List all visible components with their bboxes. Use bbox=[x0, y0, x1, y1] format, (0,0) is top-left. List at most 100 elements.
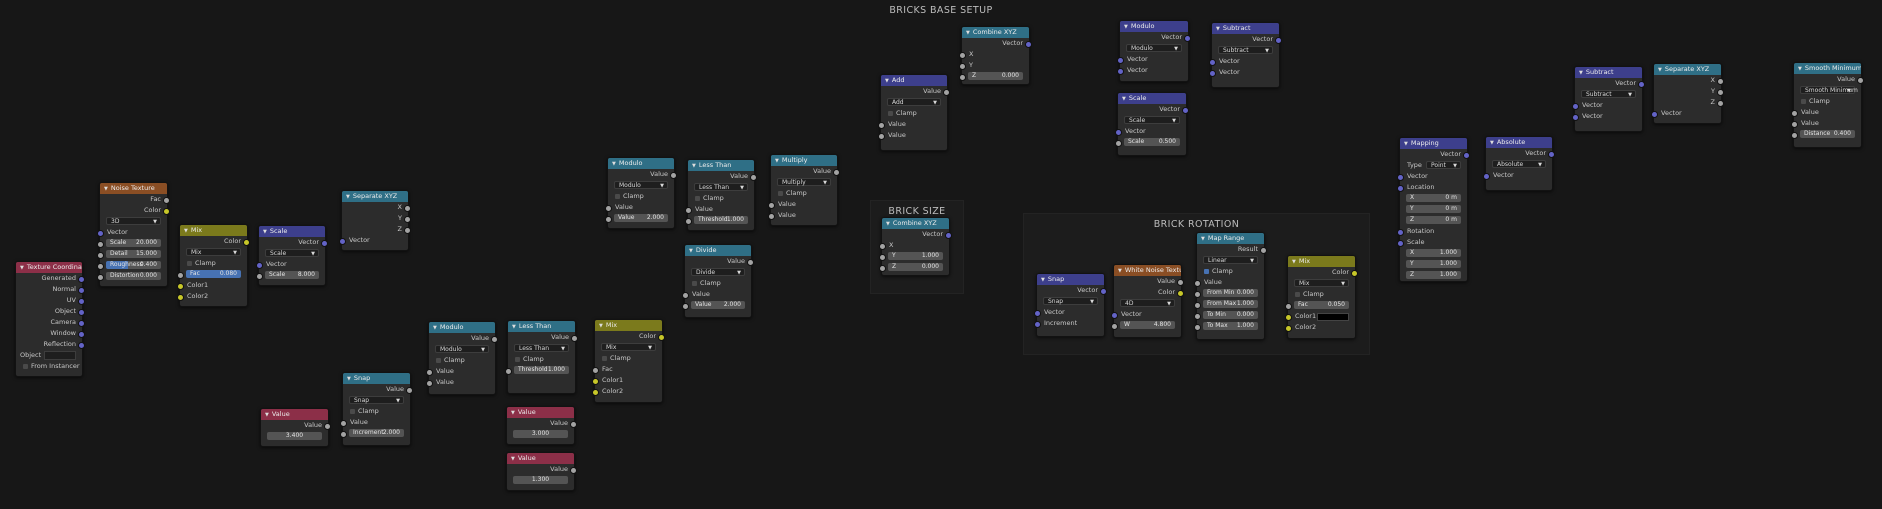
input-socket[interactable] bbox=[879, 254, 886, 261]
operation-dropdown[interactable]: Snap ▼ bbox=[1043, 297, 1098, 305]
blend-mode-dropdown[interactable]: Mix ▼ bbox=[186, 248, 241, 256]
node-header[interactable]: ▼ Subtract bbox=[1212, 23, 1279, 34]
scale-y-field[interactable]: Y 1.000 bbox=[1406, 260, 1461, 268]
input-socket[interactable] bbox=[605, 205, 612, 212]
node-header[interactable]: ▼ Add bbox=[881, 75, 947, 86]
clamp-row[interactable]: Clamp bbox=[688, 193, 754, 204]
input-socket[interactable] bbox=[592, 389, 599, 396]
collapse-chevron-icon[interactable]: ▼ bbox=[599, 323, 603, 329]
clamp-checkbox[interactable] bbox=[436, 358, 441, 363]
clamp-checkbox[interactable] bbox=[515, 357, 520, 362]
input-socket[interactable] bbox=[1397, 174, 1404, 181]
output-socket[interactable] bbox=[1177, 290, 1184, 297]
collapse-chevron-icon[interactable]: ▼ bbox=[886, 221, 890, 227]
math-less-than-node-2[interactable]: ▼ Less Than Value Less Than ▼ Clamp Thresh… bbox=[505, 320, 578, 394]
w-field[interactable]: W 4.800 bbox=[1120, 321, 1175, 329]
collapse-chevron-icon[interactable]: ▼ bbox=[1041, 277, 1045, 283]
node-header[interactable]: ▼ Subtract bbox=[1575, 67, 1642, 78]
input-socket[interactable] bbox=[426, 380, 433, 387]
node-header[interactable]: ▼Texture Coordinate bbox=[16, 262, 82, 273]
input-socket[interactable] bbox=[1285, 314, 1292, 321]
scale-field[interactable]: Scale 20.000 bbox=[106, 239, 161, 247]
clamp-checkbox[interactable] bbox=[187, 261, 192, 266]
input-socket[interactable] bbox=[768, 213, 775, 220]
location-y-field[interactable]: Y0 m bbox=[1406, 205, 1461, 213]
input-socket[interactable] bbox=[879, 243, 886, 250]
math-modulo-node-2[interactable]: ▼ Modulo Value Modulo ▼ Clamp Value Value bbox=[426, 321, 498, 395]
input-socket[interactable] bbox=[1209, 59, 1216, 66]
operation-dropdown[interactable]: Modulo ▼ bbox=[1126, 44, 1182, 52]
node-header[interactable]: ▼ Absolute bbox=[1486, 137, 1552, 148]
operation-dropdown[interactable]: Snap ▼ bbox=[349, 396, 404, 404]
clamp-row[interactable]: Clamp bbox=[1288, 289, 1355, 300]
blend-mode-dropdown[interactable]: Mix ▼ bbox=[1294, 279, 1349, 287]
input-socket[interactable] bbox=[879, 265, 886, 272]
output-socket[interactable] bbox=[1638, 81, 1645, 88]
input-socket[interactable] bbox=[1111, 323, 1118, 330]
output-socket[interactable] bbox=[1260, 247, 1267, 254]
input-socket[interactable] bbox=[1117, 68, 1124, 75]
output-socket[interactable] bbox=[747, 259, 754, 266]
input-socket[interactable] bbox=[1117, 57, 1124, 64]
output-socket[interactable] bbox=[1463, 152, 1470, 159]
operation-dropdown[interactable]: Less Than ▼ bbox=[514, 344, 569, 352]
collapse-chevron-icon[interactable]: ▼ bbox=[184, 228, 188, 234]
collapse-chevron-icon[interactable]: ▼ bbox=[1579, 70, 1583, 76]
detail-field[interactable]: Detail 15.000 bbox=[106, 250, 161, 258]
math-divide-node-1[interactable]: ▼ Divide Value Divide ▼ Clamp Value Value 2… bbox=[682, 244, 754, 318]
node-header[interactable]: ▼ Smooth Minimum bbox=[1794, 63, 1861, 74]
node-header[interactable]: ▼ Combine XYZ bbox=[962, 27, 1029, 38]
math-modulo-node-1[interactable]: ▼ Modulo Value Modulo ▼ Clamp Value Value 2… bbox=[605, 157, 677, 229]
clamp-checkbox[interactable] bbox=[695, 196, 700, 201]
output-socket[interactable] bbox=[404, 227, 411, 234]
node-header[interactable]: ▼ Value bbox=[261, 409, 328, 420]
output-socket[interactable] bbox=[243, 239, 250, 246]
clamp-checkbox[interactable] bbox=[1295, 292, 1300, 297]
collapse-chevron-icon[interactable]: ▼ bbox=[346, 194, 350, 200]
node-header[interactable]: ▼ Multiply bbox=[771, 155, 837, 166]
node-header[interactable]: ▼ Modulo bbox=[608, 158, 674, 169]
dimension-dropdown[interactable]: 3D ▼ bbox=[106, 217, 161, 225]
from-instancer-row[interactable]: From Instancer bbox=[16, 361, 82, 372]
node-header[interactable]: ▼ Value bbox=[507, 453, 574, 464]
input-socket[interactable] bbox=[97, 263, 104, 270]
mix-node-1[interactable]: ▼ Mix Color Mix ▼ Clamp Fac 0.080 Color1 Co… bbox=[177, 224, 250, 307]
collapse-chevron-icon[interactable]: ▼ bbox=[1118, 268, 1122, 274]
collapse-chevron-icon[interactable]: ▼ bbox=[612, 161, 616, 167]
node-header[interactable]: ▼ Less Than bbox=[508, 321, 575, 332]
clamp-checkbox[interactable] bbox=[692, 281, 697, 286]
node-header[interactable]: ▼ Scale bbox=[259, 226, 325, 237]
input-socket[interactable] bbox=[685, 218, 692, 225]
vector-absolute-node[interactable]: ▼ Absolute Vector Absolute ▼ Vector bbox=[1483, 136, 1555, 191]
map-range-node[interactable]: ▼ Map Range Result Linear ▼ Clamp Value Fr… bbox=[1194, 232, 1267, 340]
clamp-row[interactable]: Clamp bbox=[881, 108, 947, 119]
clamp-checkbox[interactable] bbox=[1801, 99, 1806, 104]
clamp-row[interactable]: Clamp bbox=[180, 258, 247, 269]
node-header[interactable]: ▼ Mix bbox=[180, 225, 247, 236]
collapse-chevron-icon[interactable]: ▼ bbox=[1798, 66, 1802, 72]
separate-xyz-node-2[interactable]: ▼ Separate XYZ X Y Z Vector bbox=[1651, 63, 1724, 124]
math-snap-node-1[interactable]: ▼ Snap Value Snap ▼ Clamp Value Increment 2… bbox=[340, 372, 413, 446]
node-header[interactable]: ▼ Less Than bbox=[688, 160, 754, 171]
collapse-chevron-icon[interactable]: ▼ bbox=[1404, 141, 1408, 147]
output-socket[interactable] bbox=[404, 205, 411, 212]
dimension-dropdown[interactable]: 4D ▼ bbox=[1120, 299, 1175, 307]
vector-subtract-node-1[interactable]: ▼ Subtract Vector Subtract ▼ Vector Vector bbox=[1209, 22, 1282, 88]
input-socket[interactable] bbox=[426, 369, 433, 376]
output-socket[interactable] bbox=[1184, 35, 1191, 42]
operation-dropdown[interactable]: Modulo ▼ bbox=[614, 181, 668, 189]
input-socket[interactable] bbox=[878, 122, 885, 129]
value-node-2[interactable]: ▼ Value Value 3.000 bbox=[506, 406, 577, 445]
input-socket[interactable] bbox=[505, 368, 512, 375]
input-socket[interactable] bbox=[1194, 280, 1201, 287]
output-socket[interactable] bbox=[833, 169, 840, 176]
vector-modulo-node[interactable]: ▼ Modulo Vector Modulo ▼ Vector Vector bbox=[1117, 20, 1191, 82]
input-socket[interactable] bbox=[1285, 325, 1292, 332]
input-socket[interactable] bbox=[97, 274, 104, 281]
input-socket[interactable] bbox=[878, 133, 885, 140]
input-socket[interactable] bbox=[97, 241, 104, 248]
output-socket[interactable] bbox=[1548, 151, 1555, 158]
output-socket[interactable] bbox=[78, 342, 85, 349]
node-header[interactable]: ▼ Mapping bbox=[1400, 138, 1467, 149]
operation-dropdown[interactable]: Subtract ▼ bbox=[1218, 46, 1273, 54]
